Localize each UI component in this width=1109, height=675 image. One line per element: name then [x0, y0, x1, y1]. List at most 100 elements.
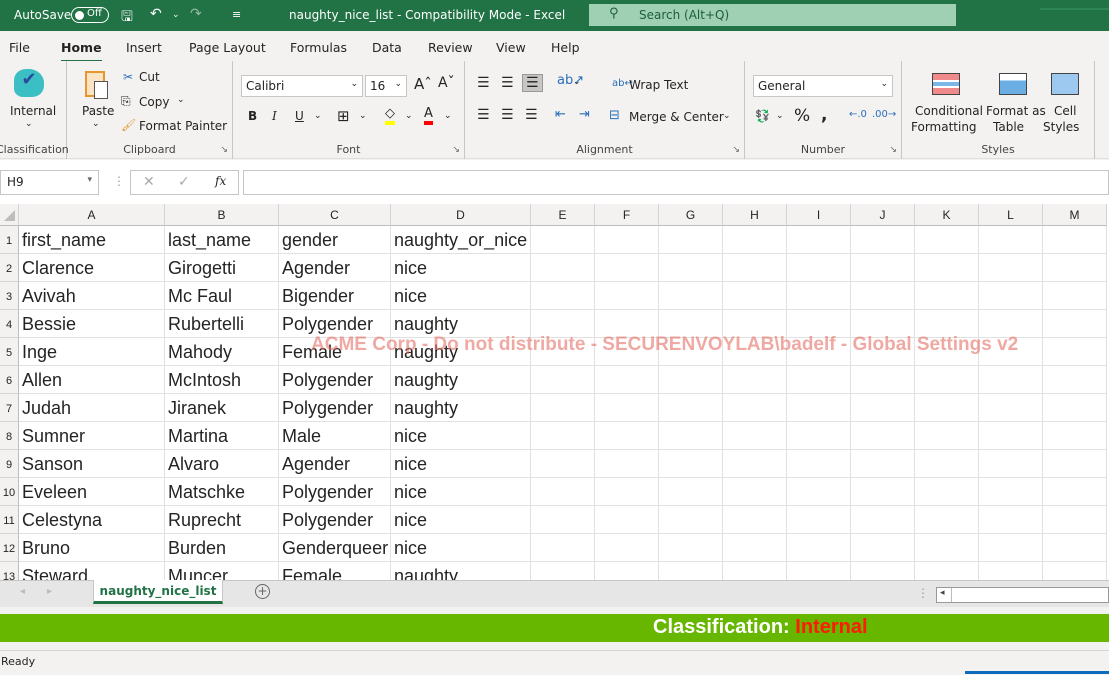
cell-c5[interactable]: Female: [279, 338, 391, 366]
cell-h4[interactable]: [723, 310, 787, 338]
cell-i7[interactable]: [787, 394, 851, 422]
align-left-icon[interactable]: ☰: [477, 107, 490, 123]
cell-b7[interactable]: Jiranek: [165, 394, 279, 422]
comma-icon[interactable]: ,: [821, 105, 827, 125]
column-header-d[interactable]: D: [391, 204, 531, 226]
cell-d5[interactable]: naughty: [391, 338, 531, 366]
number-launcher-icon[interactable]: ↘: [889, 145, 897, 155]
cell-l8[interactable]: [979, 422, 1043, 450]
cell-b13[interactable]: Muncer: [165, 562, 279, 580]
cell-m4[interactable]: [1043, 310, 1107, 338]
top-align-icon[interactable]: ☰: [477, 75, 490, 91]
cell-m8[interactable]: [1043, 422, 1107, 450]
cell-k5[interactable]: [915, 338, 979, 366]
cell-m12[interactable]: [1043, 534, 1107, 562]
column-header-g[interactable]: G: [659, 204, 723, 226]
cell-h1[interactable]: [723, 226, 787, 254]
tab-insert[interactable]: Insert: [126, 40, 162, 55]
cell-a4[interactable]: Bessie: [19, 310, 165, 338]
internal-button[interactable]: Internal: [10, 104, 56, 118]
row-header[interactable]: 12: [0, 534, 19, 562]
merge-center-button[interactable]: Merge & Center: [629, 110, 724, 124]
cell-l12[interactable]: [979, 534, 1043, 562]
paste-button[interactable]: Paste: [82, 104, 114, 118]
decrease-decimal-icon[interactable]: .00→: [872, 109, 896, 120]
cell-i4[interactable]: [787, 310, 851, 338]
cell-e12[interactable]: [531, 534, 595, 562]
cell-c6[interactable]: Polygender: [279, 366, 391, 394]
cell-a8[interactable]: Sumner: [19, 422, 165, 450]
column-header-b[interactable]: B: [165, 204, 279, 226]
cell-g4[interactable]: [659, 310, 723, 338]
tab-home[interactable]: Home: [61, 40, 102, 63]
cell-l11[interactable]: [979, 506, 1043, 534]
tab-review[interactable]: Review: [428, 40, 473, 55]
column-header-a[interactable]: A: [19, 204, 165, 226]
tab-help[interactable]: Help: [551, 40, 580, 55]
cell-h8[interactable]: [723, 422, 787, 450]
cell-j4[interactable]: [851, 310, 915, 338]
cell-m2[interactable]: [1043, 254, 1107, 282]
cancel-icon[interactable]: ✕: [143, 174, 155, 190]
format-as-table-button[interactable]: Format as: [986, 104, 1046, 118]
cell-c12[interactable]: Genderqueer: [279, 534, 391, 562]
cell-d6[interactable]: naughty: [391, 366, 531, 394]
cell-k9[interactable]: [915, 450, 979, 478]
cell-a13[interactable]: Steward: [19, 562, 165, 580]
cell-j12[interactable]: [851, 534, 915, 562]
column-header-m[interactable]: M: [1043, 204, 1107, 226]
tab-data[interactable]: Data: [372, 40, 402, 55]
cell-l9[interactable]: [979, 450, 1043, 478]
cell-a10[interactable]: Eveleen: [19, 478, 165, 506]
cell-m1[interactable]: [1043, 226, 1107, 254]
cell-g5[interactable]: [659, 338, 723, 366]
scroll-left-icon[interactable]: ◂: [940, 588, 945, 598]
cell-m11[interactable]: [1043, 506, 1107, 534]
cell-j1[interactable]: [851, 226, 915, 254]
cell-f3[interactable]: [595, 282, 659, 310]
cell-k13[interactable]: [915, 562, 979, 580]
cell-b9[interactable]: Alvaro: [165, 450, 279, 478]
cell-i2[interactable]: [787, 254, 851, 282]
cell-i13[interactable]: [787, 562, 851, 580]
cell-e1[interactable]: [531, 226, 595, 254]
cell-i12[interactable]: [787, 534, 851, 562]
cell-b8[interactable]: Martina: [165, 422, 279, 450]
wrap-text-button[interactable]: Wrap Text: [629, 78, 688, 92]
cell-h5[interactable]: [723, 338, 787, 366]
cell-b10[interactable]: Matschke: [165, 478, 279, 506]
cell-c2[interactable]: Agender: [279, 254, 391, 282]
tab-file[interactable]: File: [9, 40, 30, 55]
row-header[interactable]: 5: [0, 338, 19, 366]
column-header-j[interactable]: J: [851, 204, 915, 226]
borders-icon[interactable]: ⊞: [337, 107, 350, 125]
cell-i8[interactable]: [787, 422, 851, 450]
insert-function-icon[interactable]: fx: [215, 174, 226, 188]
copy-button[interactable]: Copy: [139, 95, 169, 109]
cell-f11[interactable]: [595, 506, 659, 534]
cell-j13[interactable]: [851, 562, 915, 580]
cell-b5[interactable]: Mahody: [165, 338, 279, 366]
cell-j8[interactable]: [851, 422, 915, 450]
cell-d7[interactable]: naughty: [391, 394, 531, 422]
select-all-corner[interactable]: [0, 204, 19, 226]
cell-a3[interactable]: Avivah: [19, 282, 165, 310]
cell-e8[interactable]: [531, 422, 595, 450]
cell-d13[interactable]: naughty: [391, 562, 531, 580]
cell-f7[interactable]: [595, 394, 659, 422]
cell-k10[interactable]: [915, 478, 979, 506]
cell-k8[interactable]: [915, 422, 979, 450]
font-color-icon[interactable]: A: [424, 106, 433, 125]
cell-a1[interactable]: first_name: [19, 226, 165, 254]
cell-l13[interactable]: [979, 562, 1043, 580]
cell-e10[interactable]: [531, 478, 595, 506]
cell-d8[interactable]: nice: [391, 422, 531, 450]
column-header-f[interactable]: F: [595, 204, 659, 226]
cell-i6[interactable]: [787, 366, 851, 394]
cell-f2[interactable]: [595, 254, 659, 282]
row-header[interactable]: 1: [0, 226, 19, 254]
cell-d3[interactable]: nice: [391, 282, 531, 310]
cell-e5[interactable]: [531, 338, 595, 366]
font-size-select[interactable]: 16 ⌄: [365, 75, 407, 97]
cell-e7[interactable]: [531, 394, 595, 422]
